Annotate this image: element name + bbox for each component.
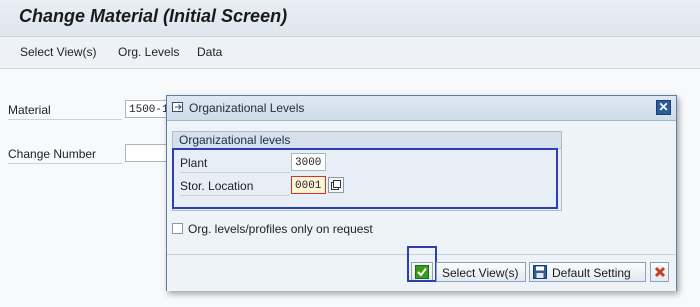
dialog-header: Organizational Levels ✕ <box>167 96 676 121</box>
save-icon <box>533 265 547 279</box>
menu-select-views[interactable]: Select View(s) <box>20 45 96 59</box>
menu-bar: Select View(s) Org. Levels Data <box>0 37 700 69</box>
dialog-title: Organizational Levels <box>189 101 305 115</box>
material-label: Material <box>8 103 51 117</box>
close-icon[interactable]: ✕ <box>656 100 671 115</box>
page-title: Change Material (Initial Screen) <box>19 6 288 26</box>
default-setting-button[interactable]: Default Setting <box>529 262 646 282</box>
cancel-icon <box>654 266 666 278</box>
org-levels-checkbox[interactable] <box>172 223 183 234</box>
change-number-label: Change Number <box>8 147 97 161</box>
menu-data[interactable]: Data <box>197 45 222 59</box>
menu-org-levels[interactable]: Org. Levels <box>118 45 179 59</box>
default-setting-label: Default Setting <box>552 266 631 280</box>
dialog-footer: Select View(s) Default Setting <box>167 246 676 291</box>
org-levels-dialog: Organizational Levels ✕ Organizational l… <box>166 95 677 291</box>
cancel-button[interactable] <box>650 262 669 282</box>
group-title: Organizational levels <box>179 133 291 147</box>
title-bar: Change Material (Initial Screen) <box>0 0 700 37</box>
select-views-button[interactable]: Select View(s) <box>436 262 526 282</box>
org-levels-checkbox-label: Org. levels/profiles only on request <box>188 222 373 236</box>
org-fields-highlight <box>172 148 558 209</box>
select-views-label: Select View(s) <box>442 266 519 280</box>
change-number-underline <box>8 163 122 164</box>
group-title-bar: Organizational levels <box>173 132 561 149</box>
dialog-window-icon <box>172 102 183 112</box>
material-label-underline <box>8 119 122 120</box>
confirm-highlight <box>407 246 437 282</box>
